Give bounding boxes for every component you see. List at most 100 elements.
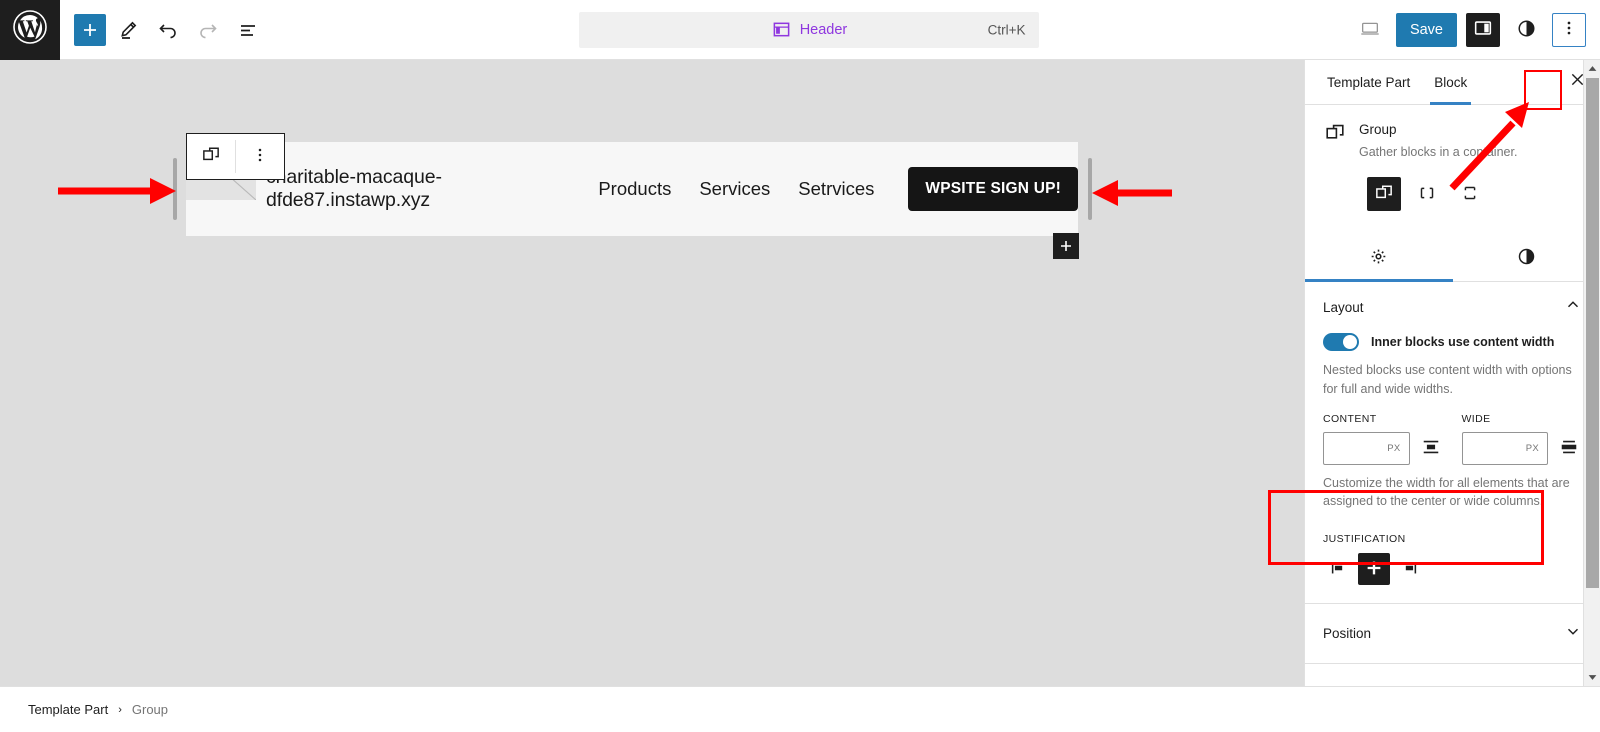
block-title: Group (1359, 122, 1397, 137)
site-navigation[interactable]: Products Services Setrvices (598, 178, 874, 200)
gear-icon (1368, 246, 1389, 270)
undo-button[interactable] (150, 12, 186, 48)
justify-center-icon (1364, 558, 1384, 581)
block-info-card: Group Gather blocks in a container. (1305, 105, 1600, 167)
wordpress-logo-button[interactable] (0, 0, 60, 60)
content-width-toggle-row: Inner blocks use content width (1323, 333, 1582, 352)
justify-right-icon (1399, 558, 1419, 581)
list-view-icon (237, 19, 259, 41)
wide-width-align-button[interactable] (1556, 433, 1582, 463)
variation-stack-button[interactable] (1453, 177, 1487, 211)
editor-top-bar: Header Ctrl+K Save (0, 0, 1600, 60)
variation-group-button[interactable] (1367, 177, 1401, 212)
signup-cta-button[interactable]: WPSITE SIGN UP! (908, 167, 1078, 211)
justification-label: JUSTIFICATION (1323, 533, 1406, 546)
align-content-icon (1421, 437, 1441, 460)
sidebar-tab-bar: Template Part Block (1305, 60, 1600, 105)
block-toolbar (186, 133, 285, 180)
preview-button[interactable] (1353, 13, 1387, 47)
save-button[interactable]: Save (1395, 12, 1457, 47)
group-icon (200, 144, 222, 169)
scrollbar-up-arrow[interactable] (1584, 60, 1600, 77)
command-shortcut: Ctrl+K (987, 22, 1026, 37)
template-part-icon (772, 20, 791, 39)
more-vertical-icon (1560, 19, 1578, 40)
tab-template-part[interactable]: Template Part (1315, 60, 1422, 105)
group-icon (1323, 121, 1347, 161)
more-vertical-icon (251, 146, 269, 167)
scrollbar-thumb[interactable] (1586, 78, 1599, 588)
document-bar[interactable]: Header Ctrl+K (579, 11, 1040, 48)
desktop-preview-icon (1359, 17, 1381, 42)
undo-icon (157, 19, 179, 41)
sidebar-panel-icon (1472, 17, 1494, 42)
edit-tool-button[interactable] (110, 12, 146, 48)
settings-sidebar-toggle[interactable] (1466, 12, 1500, 47)
nav-link-services[interactable]: Services (699, 178, 770, 200)
justify-left-button[interactable] (1323, 553, 1355, 585)
position-panel-title: Position (1323, 626, 1372, 642)
block-description: Gather blocks in a container. (1359, 145, 1518, 159)
layout-panel-header[interactable]: Layout (1323, 296, 1582, 319)
scrollbar-down-arrow[interactable] (1584, 669, 1600, 686)
wordpress-logo-icon (12, 9, 48, 50)
add-block-button[interactable] (74, 13, 106, 46)
sidebar-scrollbar[interactable] (1583, 60, 1600, 686)
styles-panel-tab[interactable] (1453, 235, 1600, 281)
chevron-down-icon (1564, 622, 1582, 645)
width-help-text: Customize the width for all elements tha… (1323, 475, 1570, 509)
site-title[interactable]: charitable-macaque-dfde87.instawp.xyz (266, 166, 560, 212)
align-wide-icon (1559, 437, 1579, 460)
justify-right-button[interactable] (1393, 553, 1425, 585)
content-width-input[interactable]: PX (1323, 431, 1410, 465)
wordpress-site-editor: Header Ctrl+K Save charitable-macaque-df… (0, 0, 1600, 732)
editor-body: charitable-macaque-dfde87.instawp.xyz Pr… (0, 60, 1600, 686)
editor-canvas[interactable]: charitable-macaque-dfde87.instawp.xyz Pr… (0, 60, 1304, 686)
inner-blocks-content-width-toggle[interactable] (1323, 333, 1359, 352)
nav-link-products[interactable]: Products (598, 178, 671, 200)
tab-block[interactable]: Block (1422, 60, 1479, 105)
block-options-button[interactable] (236, 134, 284, 179)
settings-sidebar: Template Part Block Group Gather blocks … (1304, 60, 1600, 686)
sidebar-scroll-area: Group Gather blocks in a container. Layo… (1305, 105, 1600, 686)
block-appender-button[interactable] (1053, 233, 1079, 259)
position-panel: Position (1305, 604, 1600, 665)
layout-panel: Layout Inner blocks use content width Ne… (1305, 282, 1600, 605)
toggle-label: Inner blocks use content width (1371, 335, 1555, 350)
nav-link-setrvices[interactable]: Setrvices (798, 178, 874, 200)
block-type-button[interactable] (187, 134, 235, 179)
variation-row-button[interactable] (1410, 177, 1444, 211)
justify-left-icon (1329, 558, 1349, 581)
wide-width-unit: PX (1525, 442, 1539, 454)
group-icon (1373, 182, 1395, 207)
block-variations (1305, 167, 1600, 212)
breadcrumb: Template Part › Group (0, 686, 1600, 732)
options-menu-button[interactable] (1552, 12, 1586, 47)
wide-width-input[interactable]: PX (1461, 431, 1548, 465)
breadcrumb-item-group[interactable]: Group (132, 702, 168, 717)
row-icon (1416, 182, 1438, 207)
content-width-unit: PX (1387, 442, 1401, 454)
breadcrumb-item-template-part[interactable]: Template Part (28, 702, 108, 717)
justify-center-button[interactable] (1358, 553, 1390, 586)
content-width-label: CONTENT (1323, 412, 1377, 425)
document-bar-wrapper: Header Ctrl+K (266, 11, 1353, 48)
layout-panel-title: Layout (1323, 300, 1364, 316)
redo-button[interactable] (190, 12, 226, 48)
pencil-icon (117, 19, 139, 41)
position-panel-header[interactable]: Position (1323, 622, 1582, 645)
content-width-group: CONTENT PX (1323, 413, 1444, 465)
redo-icon (197, 19, 219, 41)
list-view-button[interactable] (230, 12, 266, 48)
plus-icon (80, 20, 100, 40)
styles-toggle-button[interactable] (1509, 13, 1543, 47)
header-template-part-block[interactable]: charitable-macaque-dfde87.instawp.xyz Pr… (186, 138, 1079, 259)
settings-panel-tab[interactable] (1305, 235, 1453, 283)
layout-help-text: Nested blocks use content width with opt… (1323, 363, 1572, 396)
contrast-icon (1516, 18, 1537, 42)
width-controls-row: CONTENT PX WIDE PX (1323, 413, 1582, 465)
block-resize-handle-left[interactable] (173, 158, 177, 220)
content-width-align-button[interactable] (1418, 433, 1444, 463)
sidebar-panel-tabs (1305, 235, 1600, 283)
block-resize-handle-right[interactable] (1088, 158, 1092, 220)
